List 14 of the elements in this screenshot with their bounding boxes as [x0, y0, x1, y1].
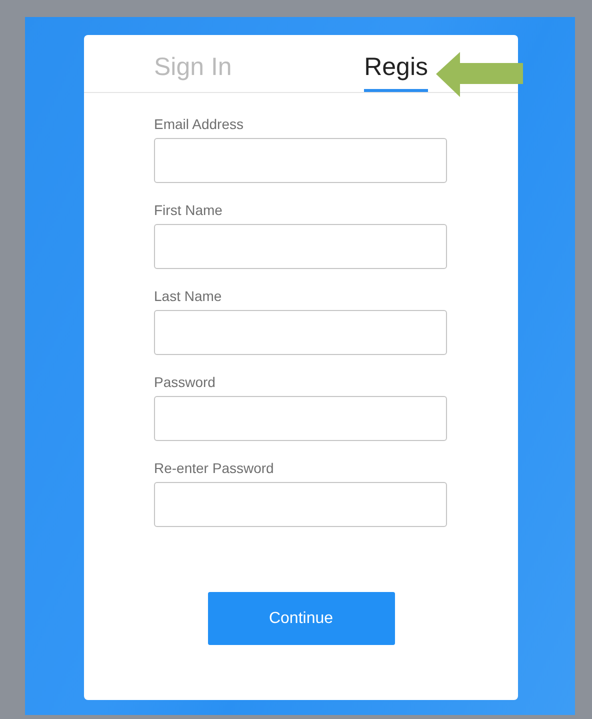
tab[interactable]: Regis	[364, 35, 428, 92]
input-field[interactable]	[154, 224, 447, 269]
field-label: Email Address	[154, 116, 244, 132]
input-field[interactable]	[154, 482, 447, 527]
field-label: Password	[154, 374, 216, 390]
input-field[interactable]	[154, 138, 447, 183]
continue-button[interactable]: Continue	[208, 592, 394, 645]
input-field[interactable]	[154, 396, 447, 441]
field-label: Last Name	[154, 288, 223, 304]
field-label: First Name	[154, 202, 224, 218]
field-label: Re-enter Password	[154, 460, 275, 476]
input-field[interactable]	[154, 310, 447, 355]
tab[interactable]: Sign In	[154, 35, 232, 92]
arrow-icon	[436, 52, 523, 97]
